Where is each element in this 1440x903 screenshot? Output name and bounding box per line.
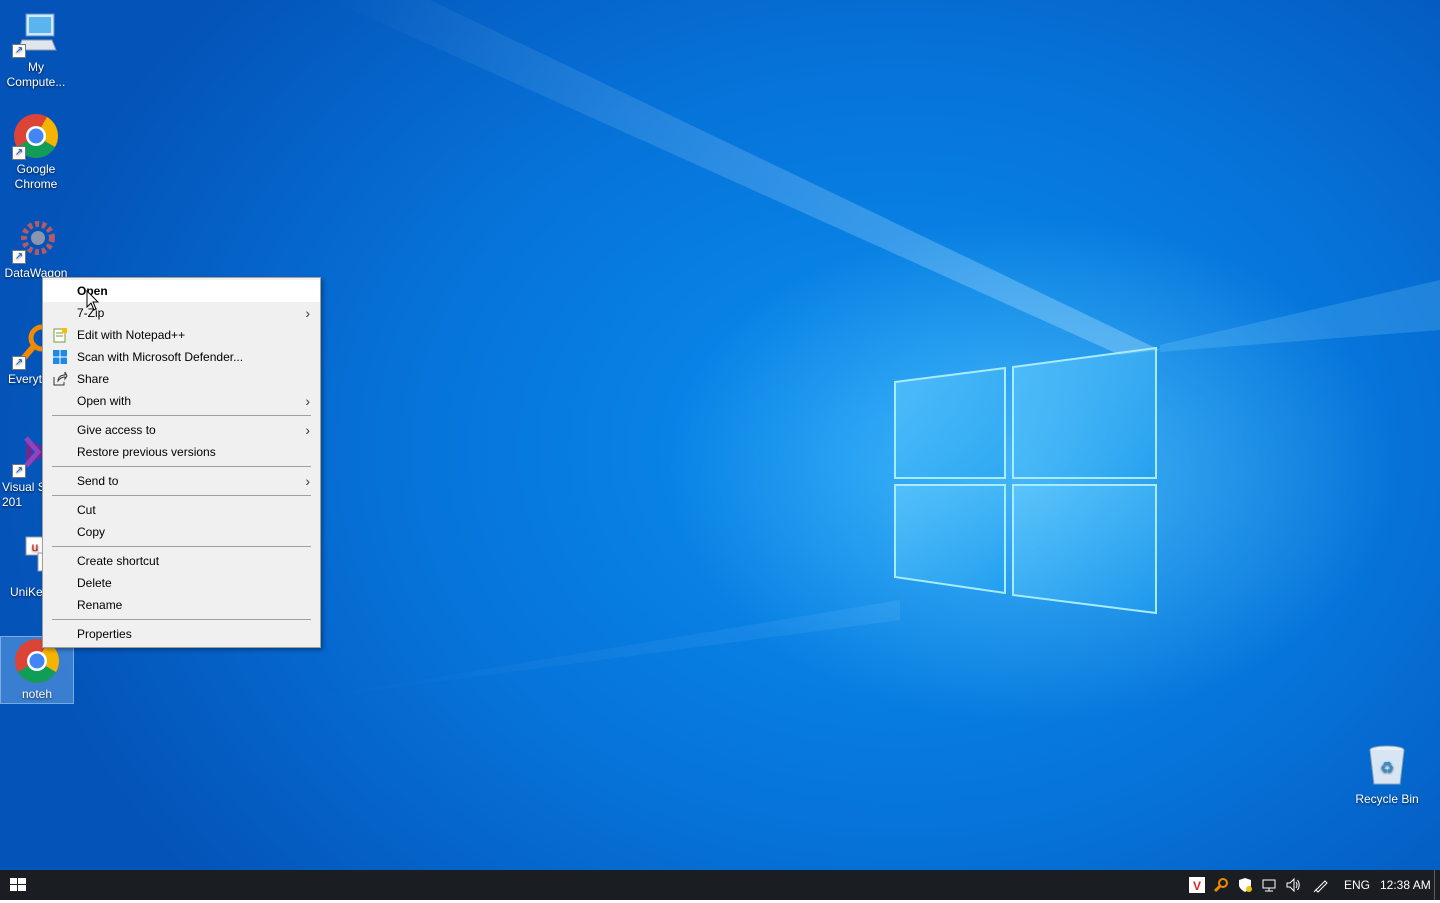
menu-item-open[interactable]: Open xyxy=(43,280,320,302)
menu-item-label: Properties xyxy=(77,627,132,641)
menu-item-label: Share xyxy=(77,372,110,386)
menu-item-7zip[interactable]: 7-Zip › xyxy=(43,302,320,324)
menu-item-label: Delete xyxy=(77,576,112,590)
menu-item-edit-notepad[interactable]: Edit with Notepad++ xyxy=(43,324,320,346)
desktop-icon-label: My Compute... xyxy=(6,60,66,89)
menu-item-cut[interactable]: Cut xyxy=(43,499,320,521)
menu-item-scan-defender[interactable]: Scan with Microsoft Defender... xyxy=(43,346,320,368)
svg-text:♻: ♻ xyxy=(1380,758,1394,777)
menu-item-restore-versions[interactable]: Restore previous versions xyxy=(43,441,320,463)
desktop-icon-label: noteh xyxy=(21,687,53,701)
pen-icon[interactable] xyxy=(1313,877,1329,893)
shortcut-arrow-icon: ↗ xyxy=(12,464,26,478)
menu-item-give-access[interactable]: Give access to › xyxy=(43,419,320,441)
menu-item-create-shortcut[interactable]: Create shortcut xyxy=(43,550,320,572)
chevron-right-icon: › xyxy=(305,473,310,489)
shortcut-arrow-icon: ↗ xyxy=(12,146,26,160)
svg-text:u: u xyxy=(32,540,39,554)
menu-item-open-with[interactable]: Open with › xyxy=(43,390,320,412)
computer-icon: ↗ xyxy=(12,10,60,58)
menu-item-delete[interactable]: Delete xyxy=(43,572,320,594)
chevron-right-icon: › xyxy=(305,393,310,409)
menu-separator xyxy=(52,466,311,467)
menu-item-properties[interactable]: Properties xyxy=(43,623,320,645)
menu-item-share[interactable]: Share xyxy=(43,368,320,390)
menu-separator xyxy=(52,415,311,416)
desktop-icon-label: Recycle Bin xyxy=(1355,792,1419,806)
menu-item-label: Create shortcut xyxy=(77,554,160,568)
search-tool-icon[interactable] xyxy=(1213,877,1229,893)
menu-separator xyxy=(52,546,311,547)
menu-item-label: Scan with Microsoft Defender... xyxy=(77,350,244,364)
menu-item-label: Send to xyxy=(77,474,119,488)
menu-item-label: Give access to xyxy=(77,423,156,437)
windows-logo-wallpaper xyxy=(894,346,1157,615)
context-menu[interactable]: Open 7-Zip › Edit with Notepad++ Scan wit… xyxy=(42,277,321,648)
defender-icon xyxy=(52,349,68,365)
menu-item-send-to[interactable]: Send to › xyxy=(43,470,320,492)
desktop-icon-datawagon[interactable]: ↗ DataWagon xyxy=(0,216,72,281)
menu-item-copy[interactable]: Copy xyxy=(43,521,320,543)
vivaldi-icon[interactable]: V xyxy=(1189,877,1205,893)
chevron-right-icon: › xyxy=(305,305,310,321)
share-icon xyxy=(52,371,68,387)
menu-item-label: Open with xyxy=(77,394,132,408)
volume-icon[interactable] xyxy=(1285,877,1301,893)
menu-item-rename[interactable]: Rename xyxy=(43,594,320,616)
svg-text:V: V xyxy=(1193,879,1201,893)
chevron-right-icon: › xyxy=(305,422,310,438)
shortcut-arrow-icon: ↗ xyxy=(12,356,26,370)
menu-item-label: Edit with Notepad++ xyxy=(77,328,186,342)
chrome-icon: ↗ xyxy=(12,112,60,160)
notepad-plus-plus-icon xyxy=(52,327,68,343)
desktop-icon-recycle-bin[interactable]: ♻ Recycle Bin xyxy=(1350,742,1424,807)
clock[interactable]: 12:38 AM xyxy=(1380,870,1431,900)
menu-item-label: Cut xyxy=(77,503,96,517)
menu-item-label: Restore previous versions xyxy=(77,445,216,459)
menu-separator xyxy=(52,619,311,620)
network-icon[interactable] xyxy=(1261,877,1277,893)
show-desktop-button[interactable] xyxy=(1434,870,1435,900)
desktop-icon-label: Google Chrome xyxy=(14,162,58,191)
desktop-icon-google-chrome[interactable]: ↗ Google Chrome xyxy=(0,112,72,192)
recycle-bin-icon: ♻ xyxy=(1363,742,1411,790)
security-shield-icon[interactable] xyxy=(1237,877,1253,893)
shortcut-arrow-icon: ↗ xyxy=(12,44,26,58)
taskbar: V ENG 12:38 AM xyxy=(0,870,1440,900)
desktop[interactable]: ↗ My Compute... ↗ Google Chrome ↗ DataWa… xyxy=(0,0,1440,870)
datawagon-icon: ↗ xyxy=(12,216,60,264)
desktop-icon-my-computer[interactable]: ↗ My Compute... xyxy=(0,10,72,90)
shortcut-arrow-icon: ↗ xyxy=(12,250,26,264)
menu-item-label: Rename xyxy=(77,598,123,612)
windows-start-icon xyxy=(10,878,26,891)
input-language-indicator[interactable]: ENG xyxy=(1344,870,1370,900)
menu-item-label: Copy xyxy=(77,525,106,539)
start-button[interactable] xyxy=(0,870,36,900)
menu-separator xyxy=(52,495,311,496)
mouse-cursor-icon xyxy=(86,290,100,311)
